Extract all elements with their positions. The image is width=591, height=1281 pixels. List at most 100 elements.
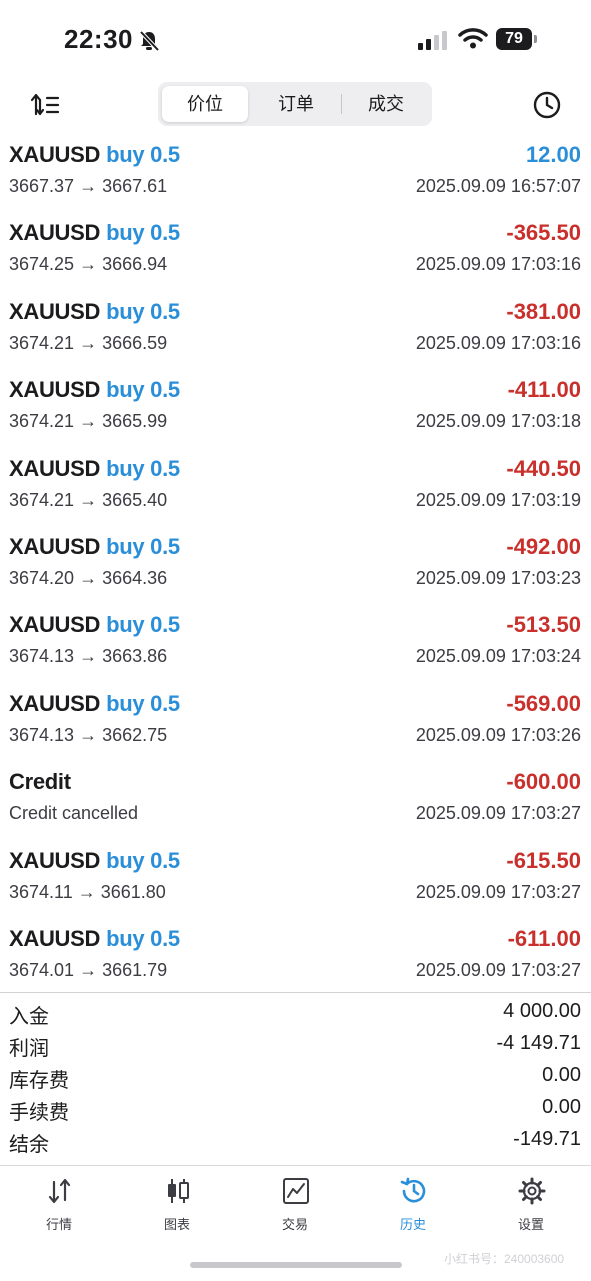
bell-off-icon — [139, 30, 160, 52]
segment-deals[interactable]: 成交 — [342, 86, 430, 122]
deal-direction: buy 0.5 — [106, 925, 180, 951]
deal-profit: -381.00 — [506, 298, 581, 324]
summary-label: 入金 — [9, 1006, 49, 1028]
battery-icon: 79 — [496, 28, 538, 52]
segment-orders[interactable]: 订单 — [252, 86, 340, 122]
deal-time: 2025.09.09 17:03:19 — [415, 489, 581, 510]
summary-label: 利润 — [9, 1038, 49, 1060]
tab-trade[interactable]: 交易 — [245, 1176, 345, 1236]
deal-symbol: XAUUSD buy 0.5 — [9, 298, 180, 324]
summary: 入金 4 000.00 利润 -4 149.71 库存费 0.00 手续费 0.… — [0, 998, 591, 1158]
tab-label: 交易 — [281, 1217, 308, 1232]
summary-commission: 手续费 0.00 — [0, 1094, 591, 1126]
deal-direction: buy 0.5 — [106, 533, 180, 559]
deal-row[interactable]: XAUUSD buy 0.5 12.00 3667.37 → 3667.61 20… — [0, 138, 591, 216]
history-icon — [400, 1177, 426, 1203]
deal-prices: 3674.25 → 3666.94 — [9, 254, 168, 275]
deal-symbol: XAUUSD buy 0.5 — [9, 847, 180, 873]
battery-level: 79 — [496, 28, 532, 50]
deal-direction: buy 0.5 — [106, 455, 180, 481]
tab-label: 设置 — [517, 1217, 544, 1232]
watermark-text: 小红书号：240003600 — [444, 1252, 565, 1266]
deal-profit: -569.00 — [506, 690, 581, 716]
deal-prices: 3674.13 → 3663.86 — [9, 646, 168, 667]
deal-row[interactable]: XAUUSD buy 0.5 -611.00 3674.01 → 3661.79 … — [0, 922, 591, 1000]
deal-prices: 3674.21 → 3665.40 — [9, 489, 168, 510]
clock-icon[interactable] — [532, 90, 562, 120]
deal-direction: buy 0.5 — [106, 847, 180, 873]
deal-time: 2025.09.09 17:03:27 — [415, 803, 581, 824]
chart-icon — [168, 1179, 189, 1203]
deal-direction: buy 0.5 — [106, 690, 180, 716]
summary-divider — [0, 992, 591, 993]
deal-profit: -411.00 — [507, 377, 581, 403]
deal-direction: buy 0.5 — [106, 298, 180, 324]
deal-row[interactable]: XAUUSD buy 0.5 -492.00 3674.20 → 3664.36 … — [0, 530, 591, 608]
summary-value: -149.71 — [513, 1128, 581, 1150]
segmented-control: 价位 订单 成交 — [158, 82, 432, 126]
tab-history[interactable]: 历史 — [363, 1176, 463, 1236]
summary-deposit: 入金 4 000.00 — [0, 998, 591, 1030]
deal-symbol: XAUUSD buy 0.5 — [9, 925, 180, 951]
tab-settings[interactable]: 设置 — [481, 1176, 581, 1236]
tab-label: 行情 — [45, 1217, 72, 1232]
deal-symbol: XAUUSD buy 0.5 — [9, 690, 180, 716]
summary-label: 手续费 — [9, 1102, 69, 1124]
deal-profit: -600.00 — [506, 769, 581, 795]
deal-time: 2025.09.09 17:03:16 — [415, 254, 581, 275]
deal-direction: buy 0.5 — [106, 612, 180, 638]
deal-prices: 3674.01 → 3661.79 — [9, 959, 168, 980]
deal-direction: buy 0.5 — [106, 142, 180, 167]
summary-value: -4 149.71 — [496, 1032, 581, 1054]
deal-symbol: XAUUSD buy 0.5 — [9, 612, 180, 638]
deal-time: 2025.09.09 17:03:18 — [415, 411, 581, 432]
deal-direction: buy 0.5 — [106, 377, 180, 403]
deal-prices: 3674.13 → 3662.75 — [9, 724, 168, 745]
deal-row[interactable]: XAUUSD buy 0.5 -411.00 3674.21 → 3665.99 … — [0, 373, 591, 451]
tab-quotes[interactable]: 行情 — [9, 1176, 109, 1236]
sort-icon[interactable] — [30, 92, 60, 118]
deal-time: 2025.09.09 17:03:27 — [415, 881, 581, 902]
status-time: 22:30 — [64, 24, 133, 54]
deal-time: 2025.09.09 17:03:16 — [415, 332, 581, 353]
summary-label: 库存费 — [9, 1070, 69, 1092]
status-bar: 22:30 79 — [0, 0, 591, 80]
deal-list: XAUUSD buy 0.5 12.00 3667.37 → 3667.61 20… — [0, 138, 591, 1000]
deal-row[interactable]: XAUUSD buy 0.5 -615.50 3674.11 → 3661.80 … — [0, 844, 591, 922]
deal-row[interactable]: Credit -600.00 Credit cancelled 2025.09.… — [0, 765, 591, 843]
deal-row[interactable]: XAUUSD buy 0.5 -440.50 3674.21 → 3665.40 … — [0, 452, 591, 530]
deal-symbol: Credit — [9, 769, 71, 795]
deal-row[interactable]: XAUUSD buy 0.5 -381.00 3674.21 → 3666.59 … — [0, 295, 591, 373]
wifi-icon — [458, 28, 488, 49]
deal-row[interactable]: XAUUSD buy 0.5 -569.00 3674.13 → 3662.75 … — [0, 687, 591, 765]
tab-label: 图表 — [163, 1217, 190, 1232]
deal-profit: -513.50 — [506, 612, 581, 638]
deal-row[interactable]: XAUUSD buy 0.5 -365.50 3674.25 → 3666.94 … — [0, 216, 591, 294]
deal-prices: 3674.11 → 3661.80 — [9, 881, 166, 902]
deal-direction: buy 0.5 — [106, 220, 180, 246]
settings-icon — [518, 1177, 546, 1205]
home-indicator[interactable] — [190, 1262, 402, 1268]
cellular-signal-icon — [418, 31, 447, 50]
deal-symbol: XAUUSD buy 0.5 — [9, 455, 180, 481]
segment-price[interactable]: 价位 — [162, 86, 248, 122]
deal-time: 2025.09.09 17:03:27 — [415, 959, 581, 980]
deal-profit: -615.50 — [506, 847, 581, 873]
deal-time: 2025.09.09 17:03:23 — [415, 567, 581, 588]
deal-profit: -440.50 — [506, 455, 581, 481]
deal-row[interactable]: XAUUSD buy 0.5 -513.50 3674.13 → 3663.86 … — [0, 608, 591, 686]
deal-profit: -365.50 — [506, 220, 581, 246]
quotes-icon — [48, 1178, 71, 1204]
summary-value: 0.00 — [542, 1064, 581, 1086]
summary-value: 4 000.00 — [503, 1000, 581, 1022]
tab-label: 历史 — [399, 1217, 426, 1232]
deal-symbol: XAUUSD buy 0.5 — [9, 220, 180, 246]
deal-time: 2025.09.09 17:03:26 — [415, 724, 581, 745]
deal-comment: Credit cancelled — [9, 803, 139, 824]
tab-chart[interactable]: 图表 — [127, 1176, 227, 1236]
summary-value: 0.00 — [542, 1096, 581, 1118]
deal-profit: -611.00 — [507, 925, 581, 951]
deal-symbol: XAUUSD buy 0.5 — [9, 377, 180, 403]
deal-profit: 12.00 — [525, 142, 581, 167]
deal-symbol: XAUUSD buy 0.5 — [9, 533, 180, 559]
